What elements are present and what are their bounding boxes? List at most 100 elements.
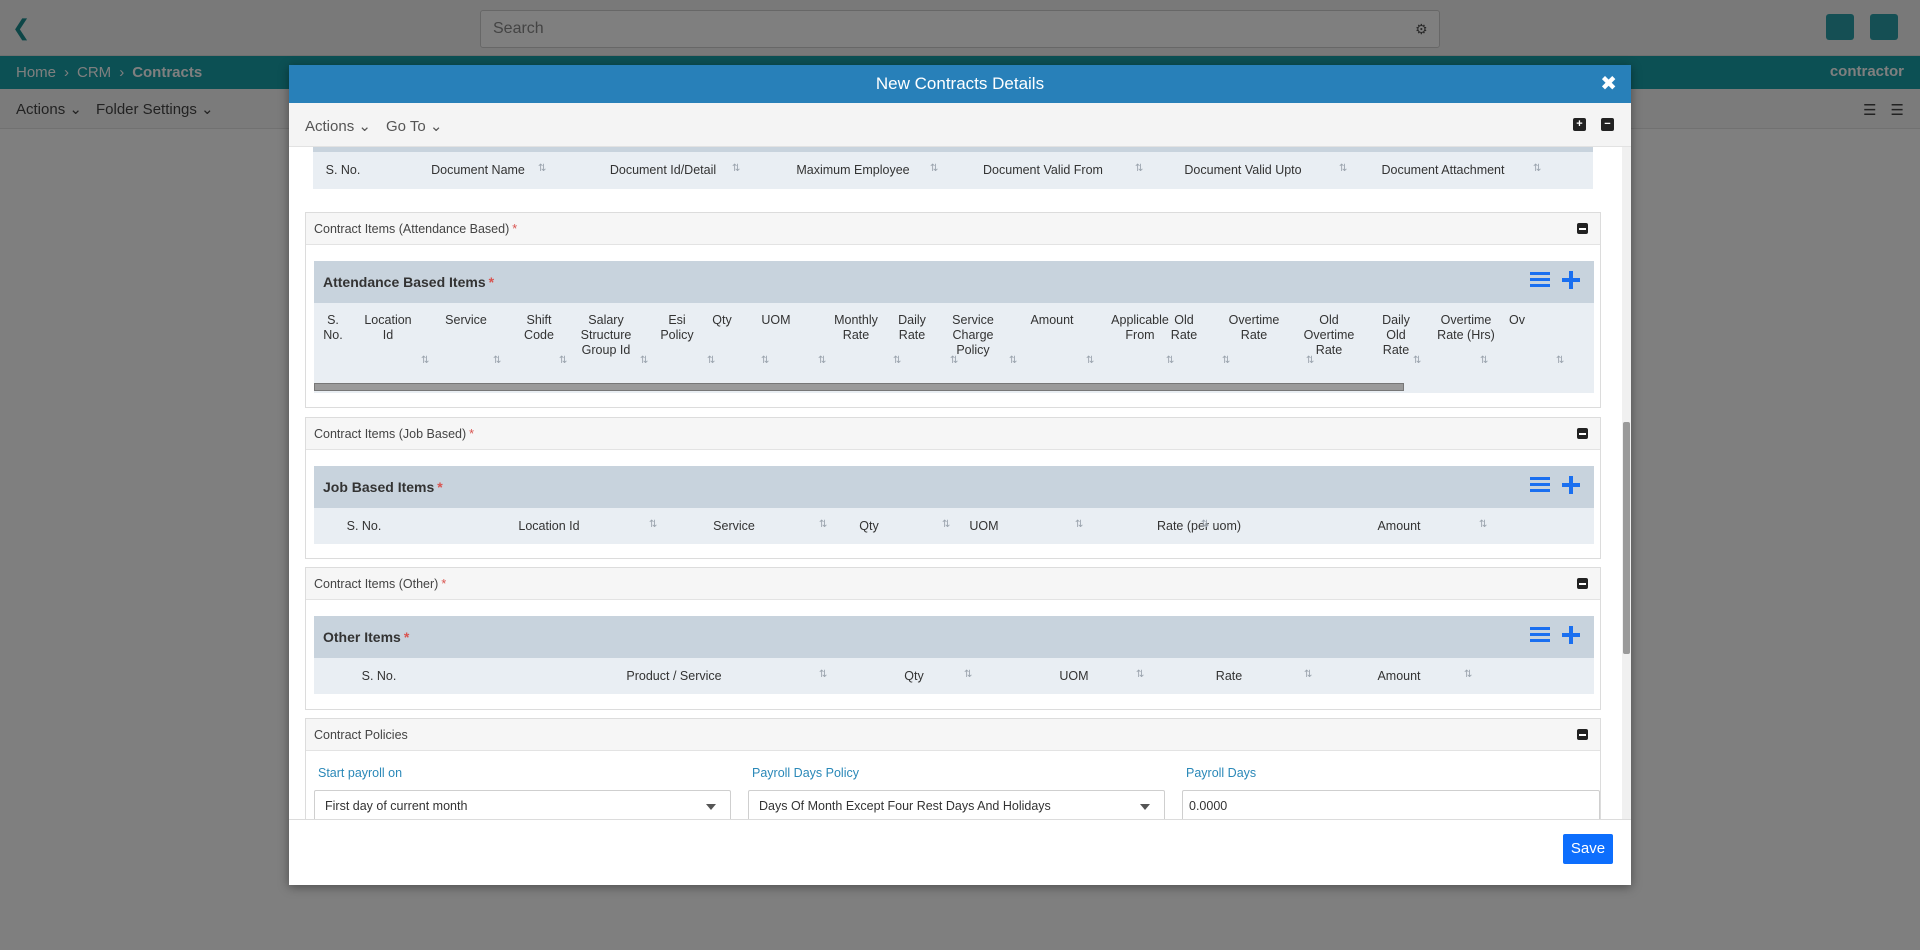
collapse-all-icon[interactable]: − (1601, 118, 1614, 131)
sort-icon[interactable]: ⇅ (893, 355, 901, 366)
column-header[interactable]: S. No. (313, 152, 373, 188)
sort-icon[interactable]: ⇅ (640, 355, 648, 366)
sort-icon[interactable]: ⇅ (421, 355, 429, 366)
sort-icon[interactable]: ⇅ (819, 519, 827, 530)
column-header[interactable]: S. No. (318, 313, 348, 343)
column-menu-icon[interactable] (1530, 476, 1550, 494)
column-header[interactable]: Document Attachment (1333, 152, 1553, 188)
sort-icon[interactable]: ⇅ (1086, 355, 1094, 366)
sort-icon[interactable]: ⇅ (1304, 669, 1312, 680)
horizontal-scrollbar[interactable] (314, 383, 1404, 391)
sort-icon[interactable]: ⇅ (1075, 519, 1083, 530)
sort-icon[interactable]: ⇅ (818, 355, 826, 366)
column-header[interactable]: S. No. (354, 658, 404, 694)
sort-icon[interactable]: ⇅ (930, 163, 938, 174)
column-header[interactable]: Amount (1364, 508, 1434, 544)
sort-icon[interactable]: ⇅ (1533, 163, 1541, 174)
column-header[interactable]: Qty (702, 313, 742, 328)
column-header[interactable]: UOM (954, 508, 1014, 544)
sort-icon[interactable]: ⇅ (538, 163, 546, 174)
sort-icon[interactable]: ⇅ (964, 669, 972, 680)
job-grid: Job Based Items * S. No. Location Id ⇅ Servi… (314, 466, 1594, 544)
column-header[interactable]: S. No. (334, 508, 394, 544)
column-header[interactable]: UOM (756, 313, 796, 328)
expand-all-icon[interactable]: + (1573, 118, 1586, 131)
policies-panel-header[interactable]: Contract Policies (306, 719, 1600, 751)
sort-icon[interactable]: ⇅ (1166, 355, 1174, 366)
attendance-panel-header[interactable]: Contract Items (Attendance Based) * (306, 213, 1600, 245)
modal-scrollbar[interactable] (1622, 147, 1631, 819)
column-header[interactable]: Rate (per uom) (1104, 508, 1294, 544)
column-header[interactable]: Service (436, 313, 496, 328)
sort-icon[interactable]: ⇅ (942, 519, 950, 530)
required-mark: * (441, 577, 447, 591)
collapse-icon[interactable] (1577, 223, 1588, 234)
column-header[interactable]: Old Rate (1164, 313, 1204, 343)
column-menu-icon[interactable] (1530, 626, 1550, 644)
modal-actions-menu[interactable]: Actions ⌄ (305, 117, 371, 135)
sort-icon[interactable]: ⇅ (493, 355, 501, 366)
payroll-days-label: Payroll Days (1186, 766, 1257, 780)
sort-icon[interactable]: ⇅ (1222, 355, 1230, 366)
job-panel-header[interactable]: Contract Items (Job Based) * (306, 418, 1600, 450)
payroll-days-input[interactable]: 0.0000 (1182, 790, 1600, 819)
add-row-icon[interactable] (1562, 626, 1580, 644)
sort-icon[interactable]: ⇅ (732, 163, 740, 174)
column-menu-icon[interactable] (1530, 271, 1550, 289)
start-payroll-select[interactable]: First day of current month (314, 790, 731, 819)
column-header[interactable]: Document Valid From (943, 152, 1143, 188)
modal-scrollbar-thumb[interactable] (1623, 422, 1630, 654)
sort-icon[interactable]: ⇅ (1201, 519, 1209, 530)
column-header[interactable]: Qty (884, 658, 944, 694)
column-header[interactable]: Daily Rate (892, 313, 932, 343)
collapse-icon[interactable] (1577, 578, 1588, 589)
column-header[interactable]: UOM (1044, 658, 1104, 694)
column-header[interactable]: Location Id (484, 508, 614, 544)
column-header[interactable]: Amount (1022, 313, 1082, 328)
column-header[interactable]: Product / Service (574, 658, 774, 694)
column-header[interactable]: Overtime Rate (Hrs) (1436, 313, 1496, 343)
sort-icon[interactable]: ⇅ (761, 355, 769, 366)
collapse-icon[interactable] (1577, 729, 1588, 740)
column-header[interactable]: Salary Structure Group Id (571, 313, 641, 358)
column-header[interactable]: Daily Old Rate (1376, 313, 1416, 358)
sort-icon[interactable]: ⇅ (559, 355, 567, 366)
column-header[interactable]: Ov (1497, 313, 1537, 328)
other-panel-header[interactable]: Contract Items (Other) * (306, 568, 1600, 600)
sort-icon[interactable]: ⇅ (707, 355, 715, 366)
sort-icon[interactable]: ⇅ (1009, 355, 1017, 366)
column-header[interactable]: Amount (1364, 658, 1434, 694)
other-grid: Other Items * S. No. Product / Service ⇅ Qty… (314, 616, 1594, 694)
sort-icon[interactable]: ⇅ (649, 519, 657, 530)
column-header[interactable]: Location Id (358, 313, 418, 343)
documents-grid-header: S. No. Document Name ⇅ Document Id/Detail ⇅ M… (313, 152, 1593, 188)
column-header[interactable]: Service Charge Policy (948, 313, 998, 358)
add-row-icon[interactable] (1562, 271, 1580, 289)
column-header[interactable]: Document Valid Upto (1143, 152, 1343, 188)
column-header[interactable]: Esi Policy (652, 313, 702, 343)
sort-icon[interactable]: ⇅ (1479, 519, 1487, 530)
sort-icon[interactable]: ⇅ (819, 669, 827, 680)
column-header[interactable]: Maximum Employee (753, 152, 953, 188)
column-header[interactable]: Document Id/Detail (568, 152, 758, 188)
save-button[interactable]: Save (1563, 834, 1613, 864)
add-row-icon[interactable] (1562, 476, 1580, 494)
collapse-icon[interactable] (1577, 428, 1588, 439)
close-icon[interactable]: ✖ (1600, 65, 1617, 103)
column-header[interactable]: Rate (1204, 658, 1254, 694)
goto-menu[interactable]: Go To ⌄ (386, 117, 443, 135)
sort-icon[interactable]: ⇅ (1464, 669, 1472, 680)
column-header[interactable]: Old Overtime Rate (1294, 313, 1364, 358)
column-header[interactable]: Overtime Rate (1219, 313, 1289, 343)
column-header[interactable]: Shift Code (514, 313, 564, 343)
sort-icon[interactable]: ⇅ (1136, 669, 1144, 680)
column-header[interactable]: Monthly Rate (826, 313, 886, 343)
start-payroll-value: First day of current month (325, 799, 468, 813)
column-header[interactable]: Service (689, 508, 779, 544)
other-panel-title: Contract Items (Other) (314, 577, 439, 591)
payroll-days-policy-select[interactable]: Days Of Month Except Four Rest Days And … (748, 790, 1165, 819)
column-header[interactable]: Qty (834, 508, 904, 544)
sort-icon[interactable]: ⇅ (1556, 355, 1564, 366)
sort-icon[interactable]: ⇅ (1480, 355, 1488, 366)
column-header[interactable]: Document Name (398, 152, 558, 188)
